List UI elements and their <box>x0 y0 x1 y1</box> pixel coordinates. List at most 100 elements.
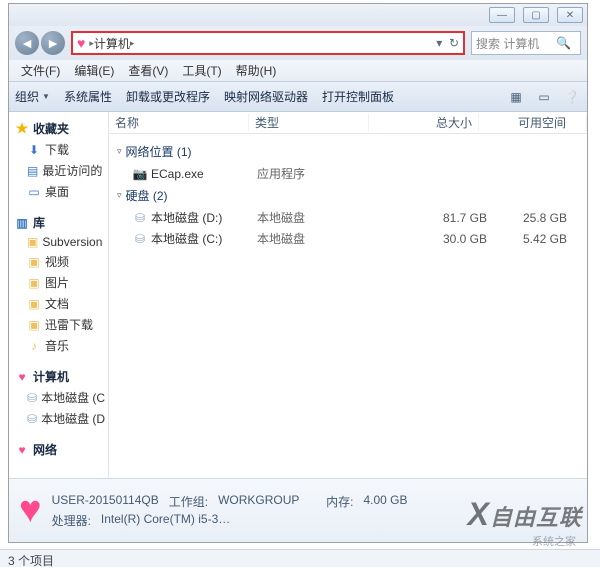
computer-name: USER-20150114QB <box>52 493 159 510</box>
menu-bar: 文件(F) 编辑(E) 查看(V) 工具(T) 帮助(H) <box>9 60 587 82</box>
menu-edit[interactable]: 编辑(E) <box>68 60 120 81</box>
drive-icon: ⛁ <box>133 211 147 225</box>
list-item[interactable]: ⛁ 本地磁盘 (C:) 本地磁盘 30.0 GB 5.42 GB <box>109 228 587 249</box>
cpu-value: Intel(R) Core(TM) i5-3… <box>101 512 230 529</box>
status-count: 3 个项目 <box>8 554 54 568</box>
drive-icon: ⛁ <box>27 391 37 405</box>
col-free[interactable]: 可用空间 <box>479 114 587 131</box>
item-type: 本地磁盘 <box>257 209 377 226</box>
memory-label: 内存: <box>326 493 353 510</box>
item-free: 5.42 GB <box>487 232 587 246</box>
view-icon[interactable]: ▦ <box>507 88 525 106</box>
tb-controlpanel[interactable]: 打开控制面板 <box>322 88 394 105</box>
status-bar: 3 个项目 <box>0 549 600 567</box>
col-type[interactable]: 类型 <box>249 114 369 131</box>
cpu-label: 处理器: <box>52 512 91 529</box>
sidebar-item-recent[interactable]: ▤最近访问的 <box>9 160 108 181</box>
recent-icon: ▤ <box>27 164 38 178</box>
col-name[interactable]: 名称 <box>109 114 249 131</box>
music-icon: ♪ <box>27 339 41 353</box>
list-item[interactable]: ⛁ 本地磁盘 (D:) 本地磁盘 81.7 GB 25.8 GB <box>109 207 587 228</box>
heart-icon: ♥ <box>77 35 85 51</box>
drive-icon: ⛁ <box>27 412 37 426</box>
body: ★收藏夹 ⬇下载 ▤最近访问的 ▭桌面 ▥库 ▣Subversion ▣视频 ▣… <box>9 112 587 478</box>
memory-value: 4.00 GB <box>363 493 407 510</box>
sidebar-computer[interactable]: ♥计算机 <box>9 366 108 387</box>
menu-help[interactable]: 帮助(H) <box>230 60 283 81</box>
sidebar: ★收藏夹 ⬇下载 ▤最近访问的 ▭桌面 ▥库 ▣Subversion ▣视频 ▣… <box>9 112 109 478</box>
toolbar: 组织 ▼ 系统属性 卸载或更改程序 映射网络驱动器 打开控制面板 ▦ ▭ ❔ <box>9 82 587 112</box>
close-button[interactable]: ✕ <box>557 7 583 23</box>
menu-view[interactable]: 查看(V) <box>122 60 174 81</box>
breadcrumb[interactable]: 计算机 <box>94 35 130 52</box>
item-name: 本地磁盘 (D:) <box>151 209 222 226</box>
address-bar[interactable]: ♥ ▸ 计算机 ▸ ▾ ↻ <box>71 31 465 55</box>
heart-icon: ♥ <box>15 443 29 457</box>
sidebar-favorites[interactable]: ★收藏夹 <box>9 118 108 139</box>
heart-icon: ♥ <box>19 489 42 532</box>
picture-icon: ▣ <box>27 276 41 290</box>
search-placeholder: 搜索 计算机 <box>476 35 539 52</box>
search-icon[interactable]: 🔍 <box>556 36 571 50</box>
sidebar-item-thunder[interactable]: ▣迅雷下载 <box>9 314 108 335</box>
item-type: 本地磁盘 <box>257 230 377 247</box>
camera-icon: 📷 <box>133 167 147 181</box>
list-item[interactable]: 📷 ECap.exe 应用程序 <box>109 163 587 184</box>
sidebar-item-desktop[interactable]: ▭桌面 <box>9 181 108 202</box>
tb-organize[interactable]: 组织 ▼ <box>15 88 50 105</box>
maximize-button[interactable]: ▢ <box>523 7 549 23</box>
folder-icon: ▣ <box>27 235 38 249</box>
item-free: 25.8 GB <box>487 211 587 225</box>
workgroup-label: 工作组: <box>169 493 208 510</box>
toolbar-right: ▦ ▭ ❔ <box>507 88 581 106</box>
heart-icon: ♥ <box>15 370 29 384</box>
forward-button[interactable]: ► <box>41 31 65 55</box>
menu-tools[interactable]: 工具(T) <box>176 60 227 81</box>
refresh-icon[interactable]: ▾ ↻ <box>436 36 459 50</box>
sidebar-item-music[interactable]: ♪音乐 <box>9 335 108 356</box>
titlebar: — ▢ ✕ <box>9 4 587 26</box>
preview-icon[interactable]: ▭ <box>535 88 553 106</box>
video-icon: ▣ <box>27 255 41 269</box>
sidebar-network[interactable]: ♥网络 <box>9 439 108 460</box>
desktop-icon: ▭ <box>27 185 41 199</box>
item-total: 81.7 GB <box>377 211 487 225</box>
sidebar-item-drive-d[interactable]: ⛁本地磁盘 (D <box>9 408 108 429</box>
item-name: 本地磁盘 (C:) <box>151 230 222 247</box>
main-pane: 名称 类型 总大小 可用空间 ▿网络位置 (1) 📷 ECap.exe 应用程序 … <box>109 112 587 478</box>
sidebar-item-downloads[interactable]: ⬇下载 <box>9 139 108 160</box>
col-total[interactable]: 总大小 <box>369 114 479 131</box>
details-pane: ♥ USER-20150114QB 工作组: WORKGROUP 内存: 4.0… <box>9 478 587 542</box>
item-name: ECap.exe <box>151 167 204 181</box>
triangle-icon: ▿ <box>117 146 122 157</box>
help-icon[interactable]: ❔ <box>563 88 581 106</box>
sidebar-item-drive-c[interactable]: ⛁本地磁盘 (C <box>9 387 108 408</box>
drive-icon: ⛁ <box>133 232 147 246</box>
workgroup-value: WORKGROUP <box>218 493 299 510</box>
group-network-location[interactable]: ▿网络位置 (1) <box>109 140 587 163</box>
download-icon: ⬇ <box>27 143 41 157</box>
file-list: ▿网络位置 (1) 📷 ECap.exe 应用程序 ▿硬盘 (2) ⛁ 本地磁盘 (… <box>109 134 587 478</box>
column-headers: 名称 类型 总大小 可用空间 <box>109 112 587 134</box>
nav-buttons: ◄ ► <box>15 31 65 55</box>
item-type: 应用程序 <box>257 165 377 182</box>
sidebar-item-pictures[interactable]: ▣图片 <box>9 272 108 293</box>
menu-file[interactable]: 文件(F) <box>15 60 66 81</box>
item-total: 30.0 GB <box>377 232 487 246</box>
sidebar-item-subversion[interactable]: ▣Subversion <box>9 233 108 251</box>
folder-icon: ▣ <box>27 318 41 332</box>
sidebar-item-video[interactable]: ▣视频 <box>9 251 108 272</box>
minimize-button[interactable]: — <box>489 7 515 23</box>
sidebar-item-documents[interactable]: ▣文档 <box>9 293 108 314</box>
back-button[interactable]: ◄ <box>15 31 39 55</box>
star-icon: ★ <box>15 122 29 136</box>
tb-uninstall[interactable]: 卸载或更改程序 <box>126 88 210 105</box>
tb-mapdrive[interactable]: 映射网络驱动器 <box>224 88 308 105</box>
triangle-icon: ▿ <box>117 190 122 201</box>
document-icon: ▣ <box>27 297 41 311</box>
sidebar-libraries[interactable]: ▥库 <box>9 212 108 233</box>
tb-sysprops[interactable]: 系统属性 <box>64 88 112 105</box>
address-row: ◄ ► ♥ ▸ 计算机 ▸ ▾ ↻ 搜索 计算机 🔍 <box>9 26 587 60</box>
group-hard-disk[interactable]: ▿硬盘 (2) <box>109 184 587 207</box>
chevron-icon: ▸ <box>130 38 135 49</box>
